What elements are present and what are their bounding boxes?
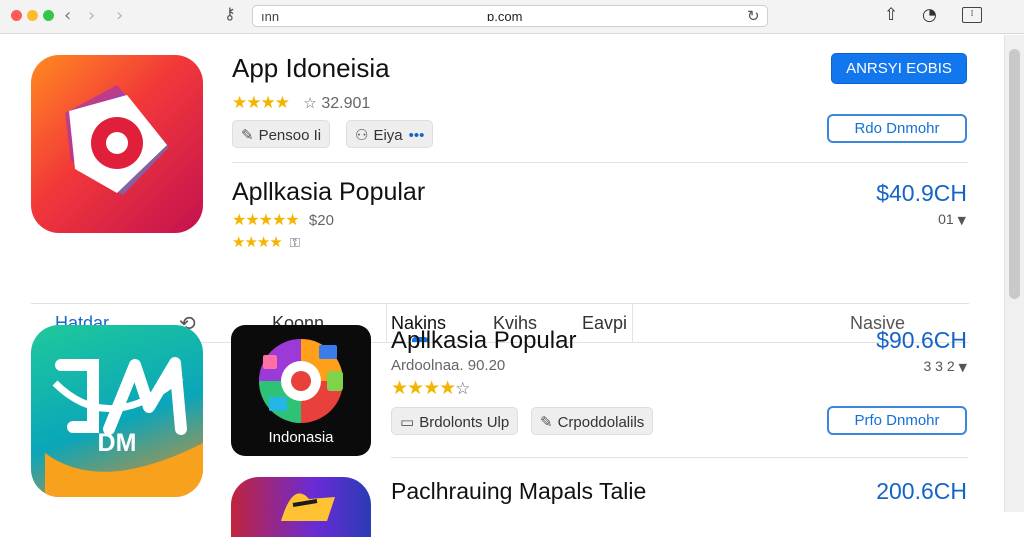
tab-separator — [632, 304, 633, 342]
tabs-overview-icon[interactable]: ⁞ — [962, 7, 982, 23]
url-domain: ɒ.com — [487, 9, 523, 24]
url-prefix: ınn — [261, 9, 280, 24]
app-title: App Idoneisia — [232, 53, 390, 83]
category-icon: ⚇ — [355, 126, 369, 144]
edit-icon: ✎ — [540, 413, 553, 431]
chevron-down-icon: ▼ — [957, 214, 966, 227]
app-icon-idoneisia[interactable] — [31, 55, 203, 233]
featured-rating: ★★★★★ $20 — [232, 210, 334, 229]
chevron-down-icon: ▼ — [958, 361, 967, 374]
divider — [232, 162, 968, 163]
list-item-rating: ★★★★☆ — [391, 377, 470, 399]
app-thumb-2[interactable] — [231, 477, 371, 537]
tab-eavpi[interactable]: Eavpi — [582, 313, 627, 334]
list-item-title: Apllkasia Popular — [391, 327, 577, 354]
list-item-chip-1-label: Brdolonts Ulp — [419, 414, 510, 431]
address-bar[interactable]: ınn ɒ.com ↻ — [252, 5, 768, 27]
list-item-chip-2-label: Crpoddolalils — [557, 414, 645, 431]
zoom-window-button[interactable] — [43, 10, 54, 21]
key-icon[interactable]: ⚷ — [224, 4, 236, 23]
developer-chip-label: Pensoo Ii — [258, 127, 322, 144]
scrollbar-thumb[interactable] — [1009, 49, 1020, 299]
app-thumb-indonasia[interactable]: Indonasia — [231, 325, 371, 456]
list-item-sub-price-text: 3 3 2 — [923, 358, 955, 374]
details-button[interactable]: Rdo Dnmohr — [827, 114, 967, 143]
history-icon[interactable]: ◔ — [922, 5, 937, 25]
featured-price: $40.9CH — [876, 180, 967, 206]
rating-value: 32.901 — [321, 95, 371, 112]
rating-stars-icon: ★★★★ — [232, 93, 290, 113]
list-item-2-price: 200.6CH — [876, 478, 967, 504]
empty-star-icon: ☆ — [303, 94, 317, 112]
thumb-2-logo-icon — [281, 493, 335, 521]
app-icon-dm[interactable]: DM — [31, 325, 203, 497]
featured-secondary-rating: ★★★★ ⚿ — [232, 233, 300, 251]
category-chip-label: Eiya — [373, 127, 403, 144]
featured-rating-count: $20 — [308, 212, 334, 229]
dm-icon-label: DM — [97, 429, 137, 457]
back-icon[interactable]: ‹ — [64, 5, 71, 26]
list-item-chip-2[interactable]: ✎ Crpoddolalils — [531, 407, 654, 435]
rating-stars-icon: ★★★★★ — [232, 210, 300, 229]
divider — [391, 457, 968, 458]
empty-star-icon: ☆ — [455, 379, 471, 399]
app-logo-icon — [65, 85, 169, 195]
thumb-label: Indonasia — [268, 429, 334, 446]
minimize-window-button[interactable] — [27, 10, 38, 21]
app-store-page: App Idoneisia ★★★★ ☆ 32.901 ✎ Pensoo Ii ⚇… — [0, 35, 1004, 537]
list-item-chip-1[interactable]: ▭ Brdolonts Ulp — [391, 407, 519, 435]
list-item-details-button[interactable]: Prfo Dnmohr — [827, 406, 967, 435]
scrollbar[interactable] — [1004, 35, 1024, 512]
featured-sub-price: 01 ▼ — [938, 211, 966, 227]
featured-sub-price-text: 01 — [938, 211, 954, 227]
list-item-price: $90.6CH — [876, 327, 967, 353]
app-rating: ★★★★ ☆ 32.901 — [232, 93, 370, 113]
window-icon: ▭ — [400, 413, 415, 431]
dm-logo-icon — [45, 357, 203, 497]
get-button[interactable]: ANRSYI EOBIS — [831, 53, 967, 84]
featured-title: Apllkasia Popular — [232, 178, 426, 206]
leaf-icon: ✎ — [241, 126, 254, 144]
small-stars-icon: ★★★★ — [232, 233, 283, 251]
share-icon[interactable]: ⇧ — [884, 5, 898, 25]
tab-separator — [386, 304, 387, 342]
sidebar-chevron-icon[interactable]: › — [116, 5, 123, 26]
close-window-button[interactable] — [11, 10, 22, 21]
list-item-subtitle: Ardoolnaa. 90.20 — [391, 357, 506, 374]
more-icon: ••• — [408, 127, 425, 144]
forward-icon[interactable]: › — [88, 5, 95, 26]
category-chip[interactable]: ⚇ Eiya ••• — [346, 120, 434, 148]
browser-toolbar: ‹ › › ⚷ ınn ɒ.com ↻ ⇧ ◔ ⁞ — [0, 0, 1024, 34]
list-item-2-title: Paclhrauing Mapals Talie — [391, 478, 647, 504]
list-item-sub-price: 3 3 2 ▼ — [924, 358, 968, 374]
rating-stars-icon: ★★★★ — [391, 377, 456, 399]
lock-icon: ⚿ — [289, 236, 300, 251]
reload-icon[interactable]: ↻ — [747, 7, 760, 25]
developer-chip[interactable]: ✎ Pensoo Ii — [232, 120, 331, 148]
